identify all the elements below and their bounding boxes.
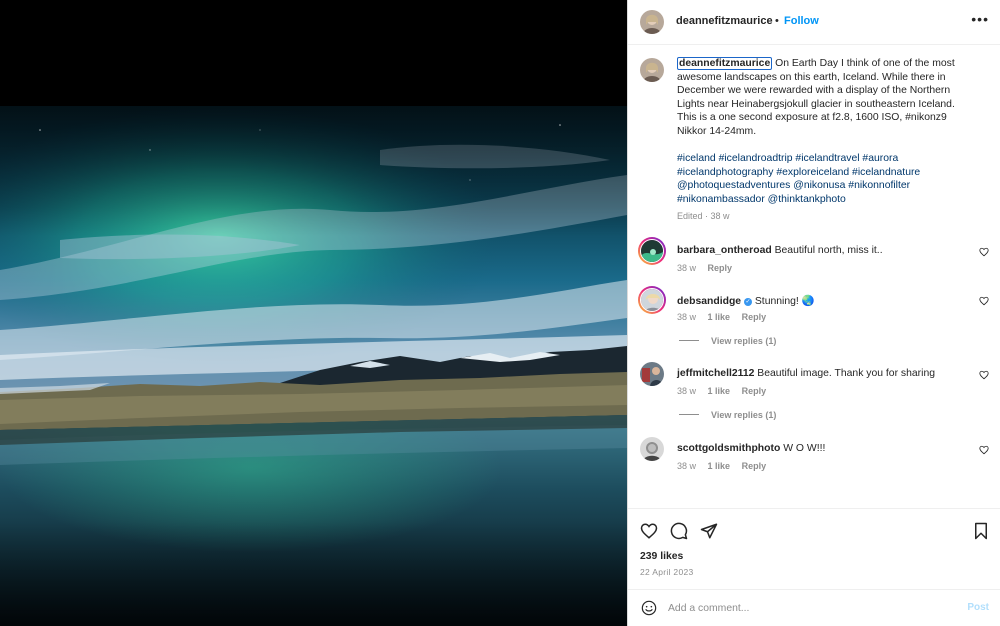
commenter-avatar[interactable]: [640, 437, 664, 461]
post-comment-button[interactable]: Post: [967, 602, 989, 613]
replies-divider: [679, 414, 699, 415]
comment-meta: 38 w 1 like Reply: [677, 312, 775, 322]
follow-button[interactable]: Follow: [784, 15, 819, 27]
comment-text: Stunning! 🌏: [754, 296, 815, 307]
post-header: deannefitzmaurice • Follow •••: [628, 0, 1000, 45]
view-replies-label: View replies (1): [711, 336, 777, 346]
comment-username[interactable]: barbara_ontheroad: [677, 245, 772, 256]
paper-plane-icon[interactable]: [700, 522, 718, 540]
likes-count[interactable]: 239 likes: [640, 551, 683, 562]
reply-button[interactable]: Reply: [742, 312, 767, 322]
comment-text: W O W!!!: [783, 443, 826, 454]
reply-button[interactable]: Reply: [742, 461, 767, 471]
post-date: 22 April 2023: [640, 567, 694, 577]
comment-body: barbara_ontheroad Beautiful north, miss …: [677, 245, 883, 256]
story-ring[interactable]: [638, 237, 666, 265]
comment-age: 38 w: [677, 263, 697, 273]
comment-username[interactable]: debsandidge: [677, 296, 741, 307]
commenter-avatar: [640, 288, 664, 312]
comment-heart-icon[interactable]: [979, 370, 989, 380]
separator-dot: •: [775, 15, 779, 27]
comment-meta: 38 w 1 like Reply: [677, 461, 775, 471]
comment-age: 38 w: [677, 461, 697, 471]
comment-username[interactable]: scottgoldsmithphoto: [677, 443, 780, 454]
instagram-post-view: deannefitzmaurice • Follow ••• deannefit…: [0, 0, 1000, 626]
comment-meta: 38 w Reply: [677, 263, 741, 273]
add-comment-input[interactable]: [668, 598, 948, 618]
reply-button[interactable]: Reply: [708, 263, 733, 273]
verified-badge-icon: ✓: [743, 298, 752, 306]
comment-heart-icon[interactable]: [979, 296, 989, 306]
commenter-avatar[interactable]: [640, 362, 664, 386]
more-horizontal-icon[interactable]: •••: [971, 11, 989, 27]
comment-age: 38 w: [677, 312, 697, 322]
post-caption: deannefitzmaurice On Earth Day I think o…: [677, 57, 977, 207]
bookmark-icon[interactable]: [972, 522, 990, 540]
comment-likes-count[interactable]: 1 like: [708, 312, 731, 322]
comment-body: jeffmitchell2112 Beautiful image. Thank …: [677, 368, 935, 379]
view-replies-button[interactable]: View replies (1): [679, 336, 776, 346]
comment-likes-count[interactable]: 1 like: [708, 386, 731, 396]
comment-username[interactable]: jeffmitchell2112: [677, 368, 754, 379]
heart-icon[interactable]: [640, 522, 658, 540]
reply-button[interactable]: Reply: [742, 386, 767, 396]
view-replies-button[interactable]: View replies (1): [679, 410, 776, 420]
view-replies-label: View replies (1): [711, 410, 777, 420]
comment-item: jeffmitchell2112 Beautiful image. Thank …: [628, 362, 1000, 402]
comment-text: Beautiful north, miss it..: [774, 245, 883, 256]
caption-edited-timestamp: Edited · 38 w: [677, 211, 730, 221]
comment-item: debsandidge ✓ Stunning! 🌏 38 w 1 like Re…: [628, 286, 1000, 328]
comment-likes-count[interactable]: 1 like: [708, 461, 731, 471]
aurora-landscape-image: [0, 0, 627, 626]
post-action-bar: [628, 508, 1000, 548]
add-comment-bar: Post: [628, 589, 1000, 626]
comment-bubble-icon[interactable]: [670, 522, 688, 540]
smiley-face-icon[interactable]: [641, 600, 657, 616]
comment-age: 38 w: [677, 386, 697, 396]
comment-item: barbara_ontheroad Beautiful north, miss …: [628, 237, 1000, 279]
commenter-avatar: [640, 239, 664, 263]
comment-meta: 38 w 1 like Reply: [677, 386, 775, 396]
comment-item: scottgoldsmithphoto W O W!!! 38 w 1 like…: [628, 437, 1000, 477]
post-photo[interactable]: [0, 0, 627, 626]
comment-heart-icon[interactable]: [979, 445, 989, 455]
replies-divider: [679, 340, 699, 341]
comment-text: Beautiful image. Thank you for sharing: [757, 368, 936, 379]
comment-heart-icon[interactable]: [979, 247, 989, 257]
comment-body: scottgoldsmithphoto W O W!!!: [677, 443, 825, 454]
story-ring[interactable]: [638, 286, 666, 314]
comment-body: debsandidge ✓ Stunning! 🌏: [677, 294, 815, 307]
caption-author-avatar[interactable]: [640, 58, 664, 82]
caption-username[interactable]: deannefitzmaurice: [677, 57, 773, 70]
post-side-panel: deannefitzmaurice • Follow ••• deannefit…: [627, 0, 1000, 626]
caption-hashtags[interactable]: #iceland #icelandroadtrip #icelandtravel…: [677, 152, 977, 206]
author-username[interactable]: deannefitzmaurice: [676, 15, 773, 27]
author-avatar[interactable]: [640, 10, 664, 34]
